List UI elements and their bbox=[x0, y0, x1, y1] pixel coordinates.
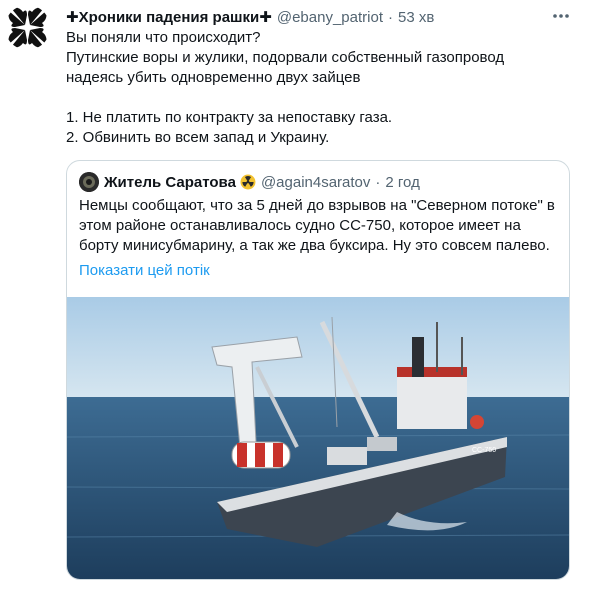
author-avatar[interactable] bbox=[5, 5, 50, 50]
radiation-badge-icon bbox=[240, 174, 256, 190]
quoted-text: Немцы сообщают, что за 5 дней до взрывов… bbox=[79, 197, 555, 254]
quoted-author-name[interactable]: Житель Саратова bbox=[104, 174, 236, 191]
tweet-text-line: 2. Обвинить во всем запад и Украину. bbox=[66, 129, 330, 146]
tweet-text-line bbox=[66, 88, 586, 108]
separator-dot: · bbox=[375, 173, 381, 191]
tweet-text-line: надеясь убить одновременно двух зайцев bbox=[66, 69, 361, 86]
author-handle[interactable]: @ebany_patriot bbox=[277, 9, 383, 26]
tweet-header: ✚Хроники падения рашки✚ @ebany_patriot ·… bbox=[66, 7, 434, 27]
quoted-time[interactable]: 2 год bbox=[385, 174, 419, 191]
quoted-tweet[interactable]: Житель Саратова @again4saratov · 2 год Н… bbox=[66, 160, 570, 580]
tweet-time[interactable]: 53 хв bbox=[398, 9, 434, 26]
tweet-text: Вы поняли что происходит? Путинские воры… bbox=[66, 28, 586, 148]
quoted-header: Житель Саратова @again4saratov · 2 год bbox=[79, 172, 420, 192]
quoted-media-image[interactable]: CC-750 bbox=[67, 297, 569, 579]
tweet-text-line: 1. Не платить по контракту за непоставку… bbox=[66, 109, 393, 126]
ship-hull-label: CC-750 bbox=[472, 447, 496, 454]
quoted-author-handle[interactable]: @again4saratov bbox=[261, 174, 370, 191]
tweet-text-line: Путинские воры и жулики, подорвали собст… bbox=[66, 49, 505, 66]
tweet[interactable]: ✚Хроники падения рашки✚ @ebany_patriot ·… bbox=[0, 0, 606, 592]
author-name[interactable]: ✚Хроники падения рашки✚ bbox=[66, 8, 272, 26]
more-icon[interactable] bbox=[550, 8, 572, 24]
show-thread-link[interactable]: Показати цей потік bbox=[79, 262, 210, 279]
quoted-avatar[interactable] bbox=[79, 172, 99, 192]
tweet-text-line: Вы поняли что происходит? bbox=[66, 29, 261, 46]
separator-dot: · bbox=[388, 8, 393, 26]
